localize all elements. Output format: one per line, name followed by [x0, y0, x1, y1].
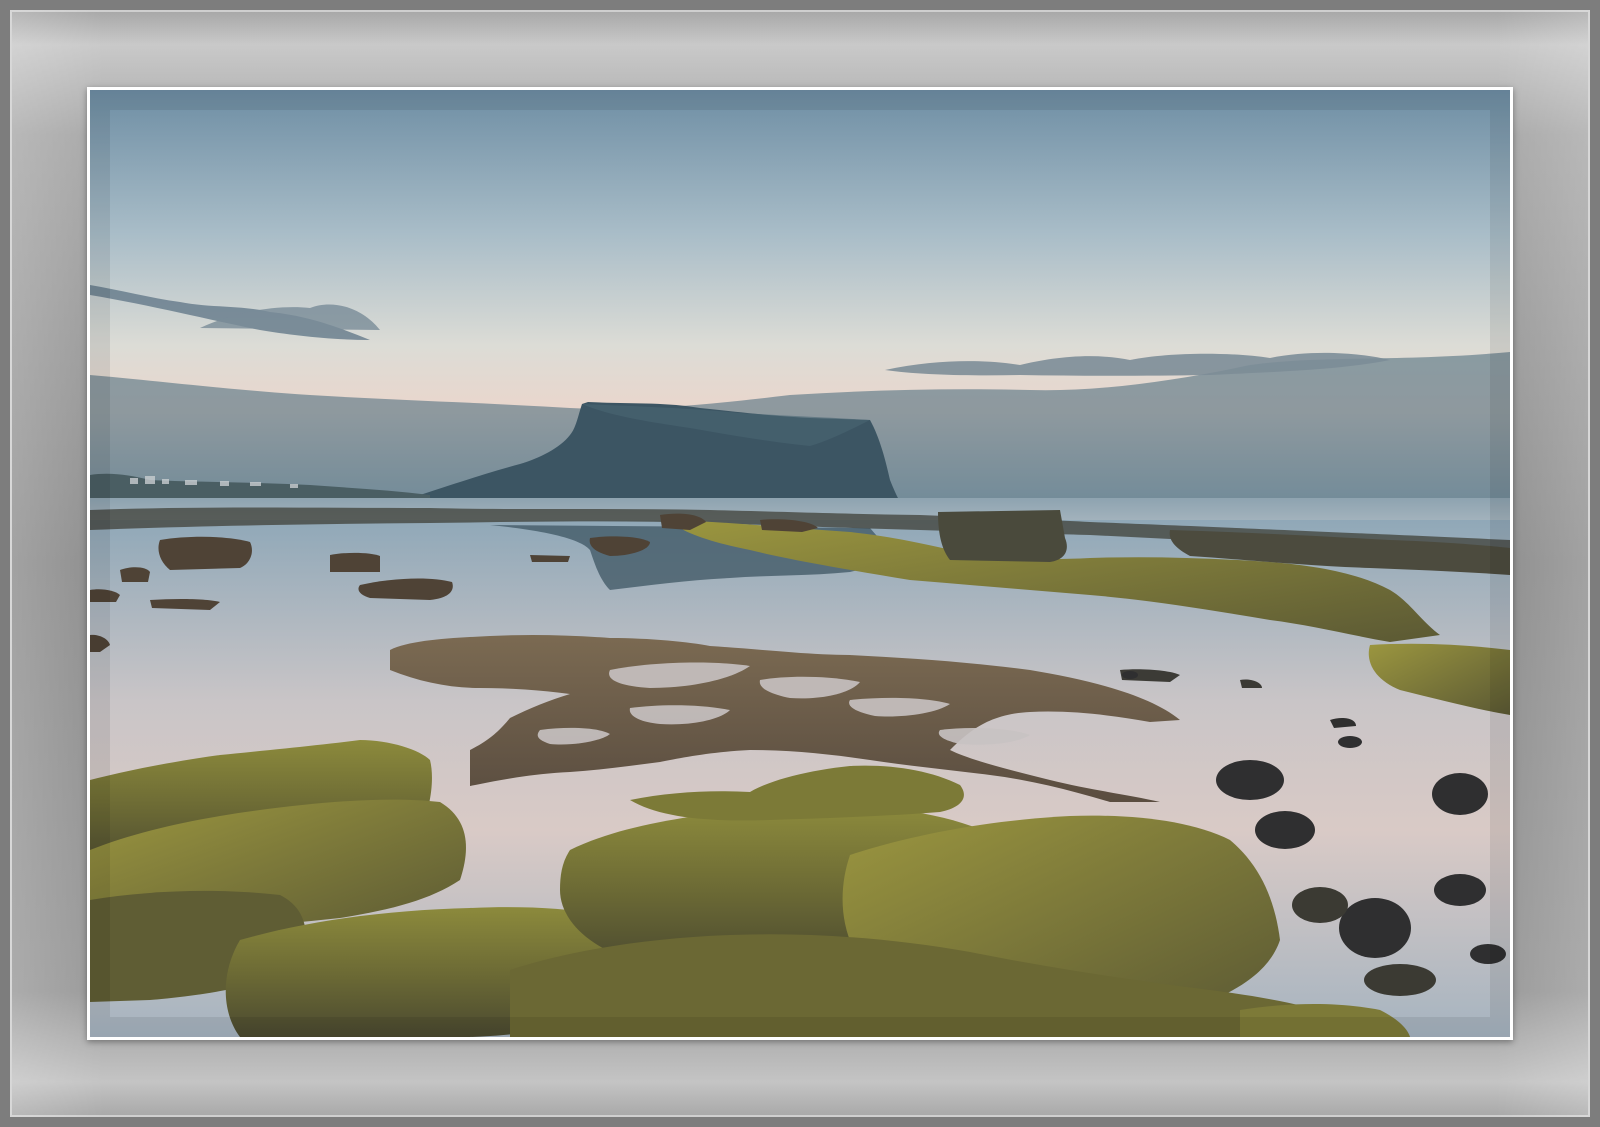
rock-pillar — [938, 510, 1067, 562]
landscape-photo — [90, 90, 1510, 1037]
landscape-photo-svg — [90, 90, 1510, 1037]
